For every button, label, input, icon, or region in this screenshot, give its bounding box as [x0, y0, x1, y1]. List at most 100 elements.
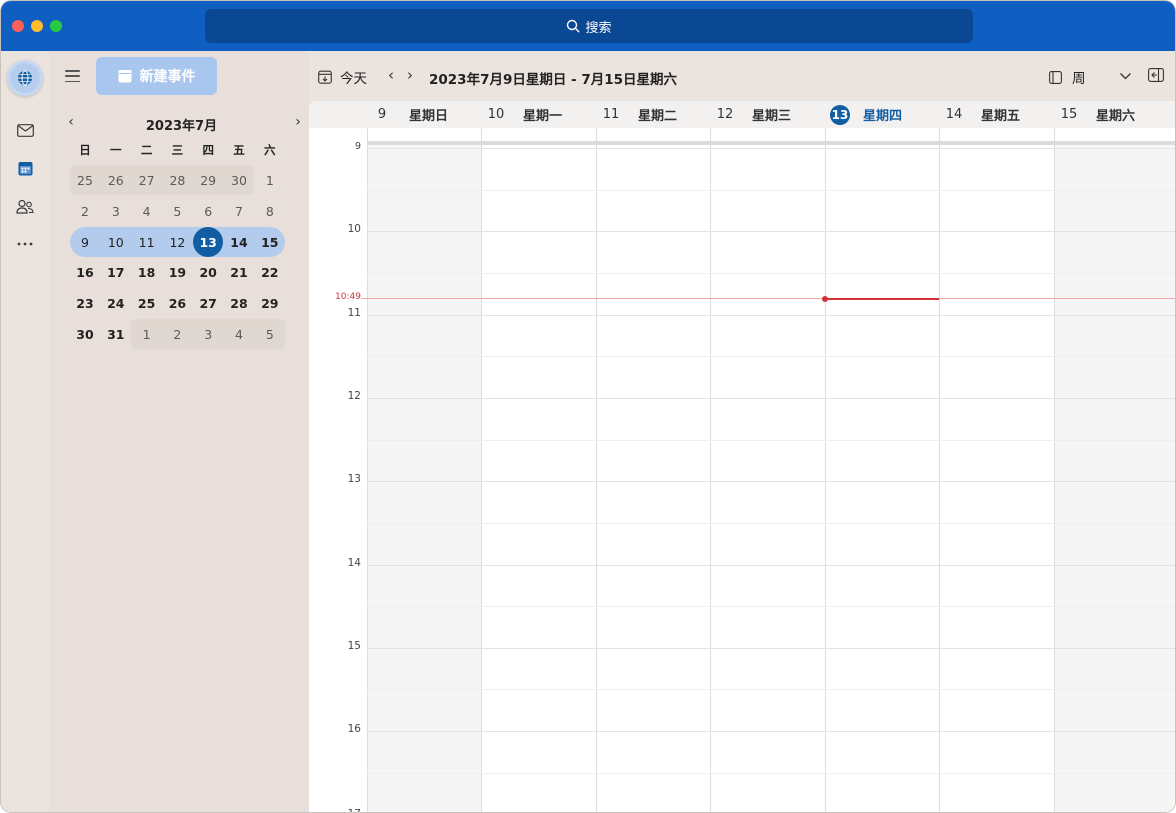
mini-calendar-day[interactable]: 26	[101, 165, 131, 195]
mini-calendar-day[interactable]: 28	[224, 288, 254, 318]
mini-calendar-day[interactable]: 23	[70, 288, 100, 318]
outlook-calendar-window: 搜索 新建事件 ‹ 2023年7月 › 日 一 二 三 四 五 六 25 26 …	[0, 0, 1176, 813]
mini-calendar-day[interactable]: 4	[132, 196, 162, 226]
rail-people-button[interactable]	[7, 188, 43, 224]
mini-calendar-day[interactable]: 20	[193, 257, 223, 287]
mini-calendar-day[interactable]: 29	[193, 165, 223, 195]
hour-label: 14	[347, 556, 361, 569]
mini-calendar-day[interactable]: 19	[162, 257, 192, 287]
mini-calendar-day[interactable]: 30	[70, 319, 100, 349]
calendar-today-icon	[318, 70, 332, 84]
collapse-pane-button[interactable]	[1148, 67, 1164, 86]
day-header-15[interactable]: 15 星期六	[1054, 101, 1135, 128]
hour-line	[367, 731, 1175, 733]
mini-calendar: ‹ 2023年7月 › 日一二三四五六 25 26 27 28 29 30 1 2 3 4 5 6 7 8 9…	[68, 109, 301, 349]
day-header-13[interactable]: 13 星期四	[825, 101, 902, 128]
mini-calendar-day[interactable]: 14	[224, 227, 254, 257]
day-header-9[interactable]: 9 星期日	[367, 101, 448, 128]
mini-calendar-day[interactable]: 6	[193, 196, 223, 226]
mini-calendar-day[interactable]: 8	[255, 196, 285, 226]
new-event-button[interactable]: 新建事件	[96, 57, 217, 95]
mini-calendar-today[interactable]: 13	[193, 227, 224, 257]
mini-calendar-day[interactable]: 12	[162, 227, 192, 257]
half-hour-line	[367, 439, 1175, 441]
day-header-14[interactable]: 14 星期五	[939, 101, 1020, 128]
mini-calendar-day[interactable]: 17	[101, 257, 131, 287]
mini-calendar-day[interactable]: 26	[162, 288, 192, 318]
day-header-weekday: 星期日	[409, 109, 449, 124]
date-range-title: 2023年7月9日星期日 - 7月15日星期六	[429, 72, 678, 88]
hour-line	[367, 647, 1175, 649]
mini-calendar-day-cell[interactable]: 13	[193, 227, 224, 257]
mini-calendar-day[interactable]: 18	[132, 257, 162, 287]
mini-calendar-weekday: 三	[171, 143, 184, 157]
close-window-button[interactable]	[12, 20, 24, 32]
hour-label: 10	[347, 223, 361, 236]
rail-org-button[interactable]	[7, 60, 43, 96]
mini-calendar-day[interactable]: 7	[224, 196, 254, 226]
today-button[interactable]: 今天	[318, 67, 367, 87]
mini-calendar-weekday: 六	[264, 143, 276, 157]
mini-calendar-day[interactable]: 27	[132, 165, 162, 195]
mini-calendar-weekday: 一	[110, 143, 122, 157]
mini-calendar-day[interactable]: 30	[224, 165, 254, 195]
mini-calendar-day[interactable]: 15	[255, 227, 285, 257]
people-icon	[16, 199, 34, 214]
mini-calendar-day[interactable]: 5	[255, 319, 285, 349]
mini-calendar-day[interactable]: 25	[70, 165, 100, 195]
day-header-number: 9	[377, 107, 387, 122]
mini-calendar-day[interactable]: 2	[162, 319, 192, 349]
mini-calendar-day[interactable]: 2	[70, 196, 100, 226]
chevron-down-icon	[1120, 73, 1131, 80]
mini-calendar-day[interactable]: 29	[255, 288, 285, 318]
day-header-weekday: 星期一	[523, 109, 563, 124]
globe-icon	[18, 70, 32, 86]
mini-calendar-day[interactable]: 24	[101, 288, 131, 318]
hour-label: 12	[347, 389, 361, 402]
mini-calendar-title: 2023年7月	[145, 119, 218, 134]
next-week-button[interactable]: ›	[402, 65, 418, 85]
hour-line	[367, 481, 1175, 483]
half-hour-line	[367, 606, 1175, 608]
rail-mail-button[interactable]	[7, 112, 43, 148]
mini-calendar-day[interactable]: 22	[255, 257, 285, 287]
hour-label: 16	[347, 723, 361, 736]
minimize-window-button[interactable]	[31, 20, 43, 32]
mini-calendar-day[interactable]: 31	[101, 319, 131, 349]
day-header-11[interactable]: 11 星期二	[596, 101, 677, 128]
side-panel: 新建事件 ‹ 2023年7月 › 日一二三四五六 25 26 27 28 29 30 1 2 3 4…	[49, 51, 309, 812]
mini-calendar-day[interactable]: 5	[162, 196, 192, 226]
previous-week-button[interactable]: ‹	[383, 65, 399, 85]
day-header-12[interactable]: 12 星期三	[710, 101, 791, 128]
current-time-label: 10:49	[335, 292, 361, 303]
mini-calendar-day[interactable]: 27	[193, 288, 223, 318]
hamburger-menu-icon[interactable]	[65, 70, 80, 82]
hour-line	[367, 564, 1175, 566]
mini-calendar-day[interactable]: 4	[224, 319, 254, 349]
mini-calendar-next-button[interactable]: ›	[290, 113, 306, 131]
mini-calendar-day[interactable]: 21	[224, 257, 254, 287]
calendar-icon	[18, 161, 32, 175]
mini-calendar-day[interactable]: 28	[162, 165, 192, 195]
rail-calendar-button[interactable]	[7, 150, 43, 186]
weekend-column-sunday	[367, 145, 481, 812]
mini-calendar-day[interactable]: 3	[101, 196, 131, 226]
view-dropdown-button[interactable]	[1119, 66, 1132, 90]
mini-calendar-day[interactable]: 16	[70, 257, 100, 287]
mini-calendar-day[interactable]: 1	[255, 165, 285, 195]
rail-more-button[interactable]	[7, 226, 43, 262]
weekend-column-saturday	[1054, 145, 1175, 812]
maximize-window-button[interactable]	[50, 20, 62, 32]
mini-calendar-day[interactable]: 11	[132, 227, 162, 257]
app-rail	[1, 51, 49, 812]
mini-calendar-day[interactable]: 3	[193, 319, 223, 349]
mini-calendar-day[interactable]: 9	[70, 227, 100, 257]
mini-calendar-day[interactable]: 1	[132, 319, 162, 349]
search-bar[interactable]: 搜索	[205, 9, 973, 43]
search-icon	[567, 19, 580, 33]
view-switcher-button[interactable]: 周	[1049, 67, 1086, 87]
week-grid: 9 星期日 10 星期一 11 星期二 12 星期三 13 星期四 14 星期五 15 星期六 9 10 11 1…	[309, 101, 1175, 812]
day-header-10[interactable]: 10 星期一	[481, 101, 562, 128]
mini-calendar-day[interactable]: 25	[132, 288, 162, 318]
mini-calendar-day[interactable]: 10	[101, 227, 131, 257]
